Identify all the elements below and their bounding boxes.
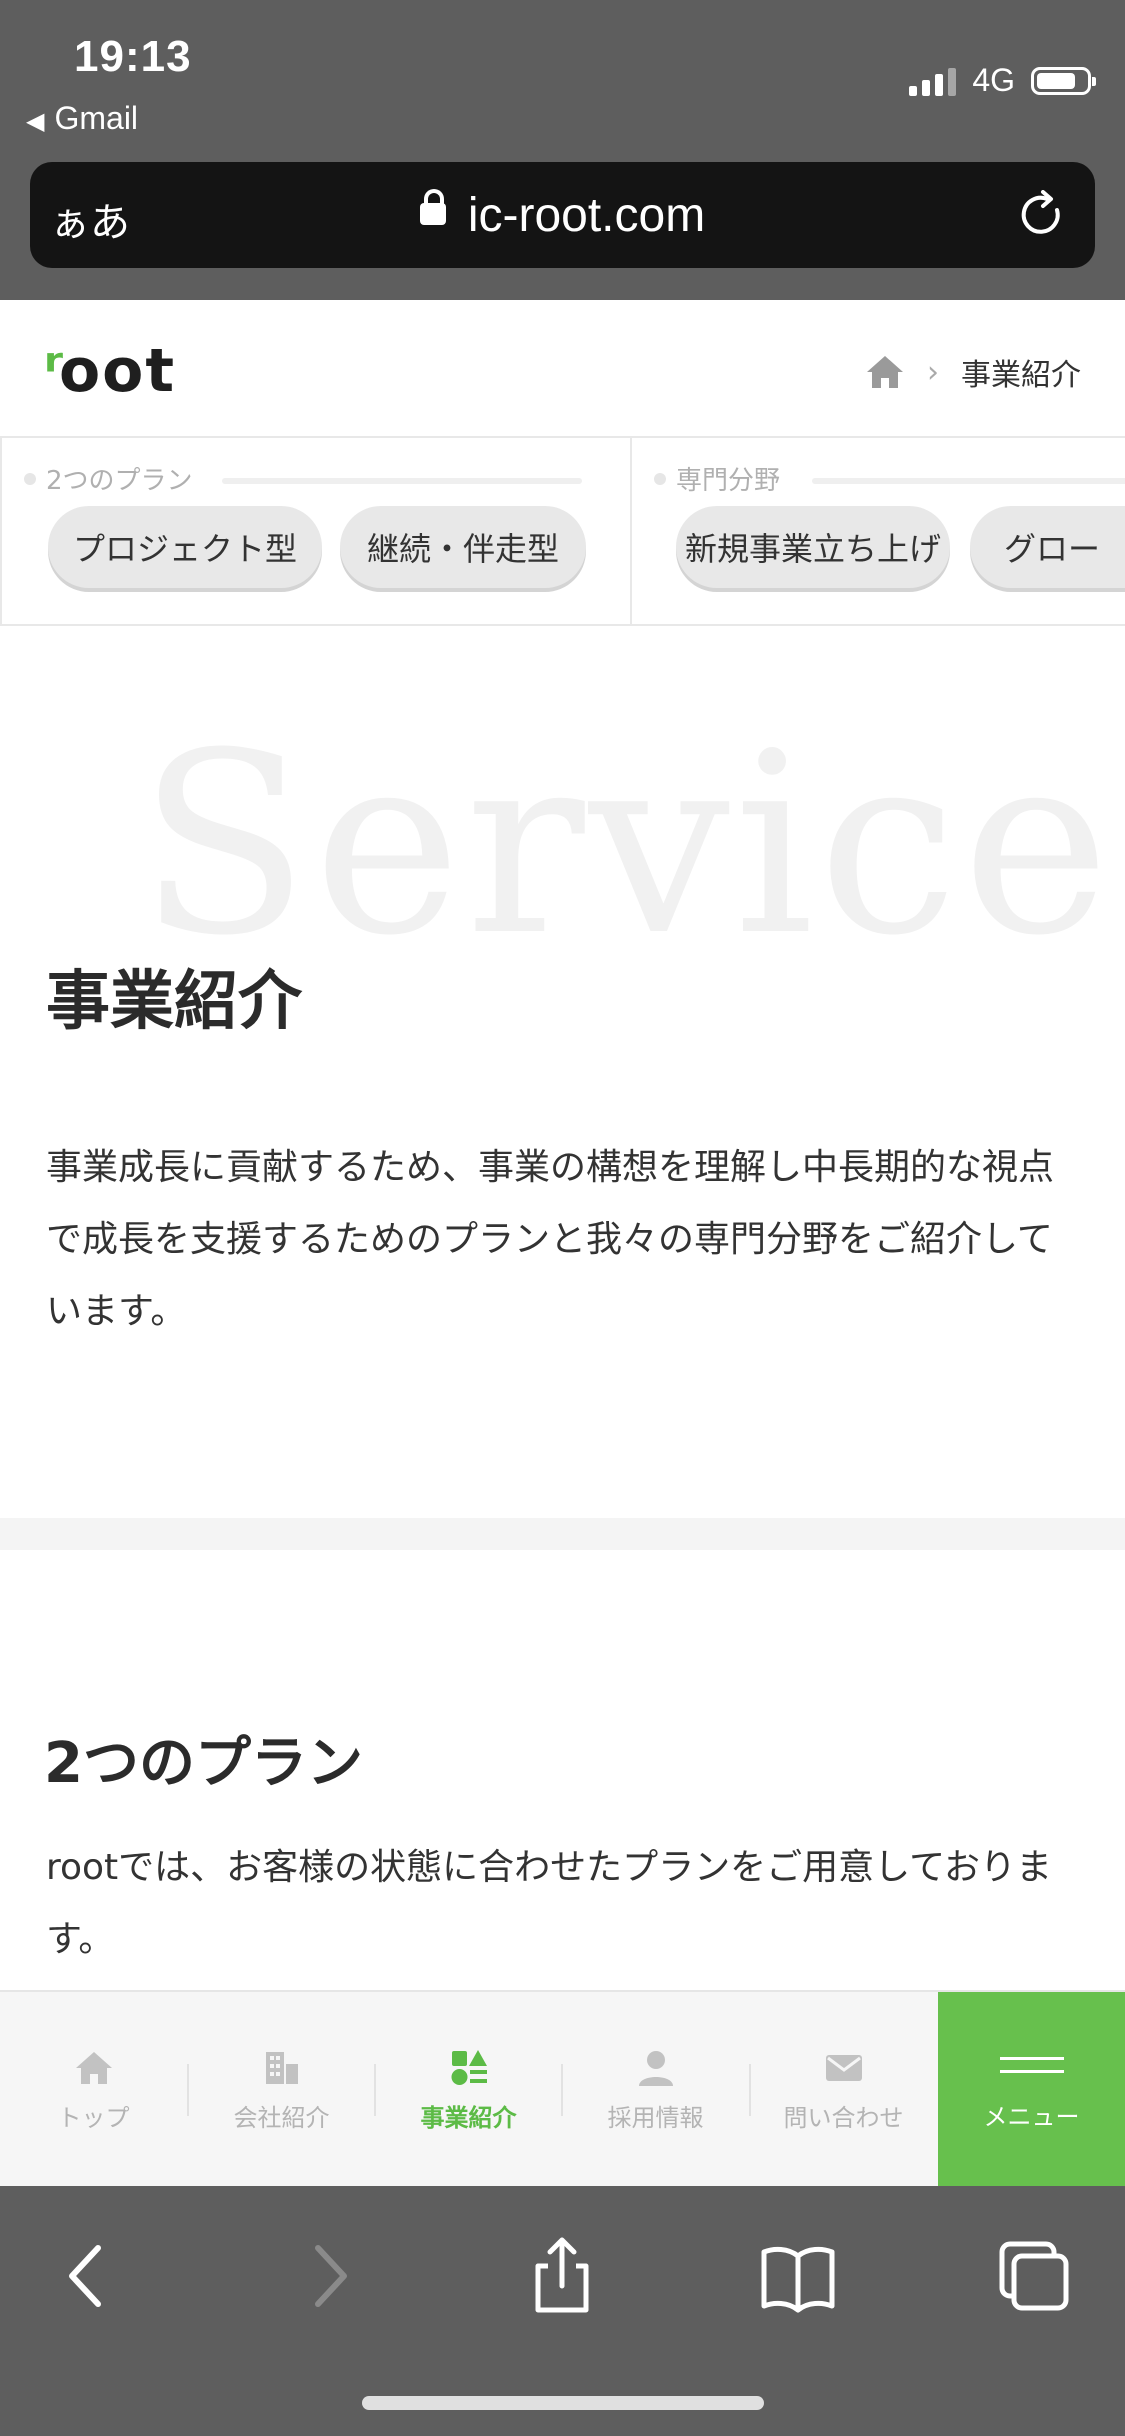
breadcrumb-current: 事業紹介	[961, 358, 1081, 393]
back-to-app-link[interactable]: ◀ Gmail	[26, 100, 138, 137]
divider	[222, 478, 582, 484]
back-icon[interactable]	[48, 2236, 128, 2316]
bookmarks-icon[interactable]	[758, 2236, 838, 2316]
browser-top-chrome: 19:13 ◀ Gmail 4G ぁあ ic-root.com	[0, 0, 1125, 300]
back-triangle-icon: ◀	[26, 108, 45, 135]
nav-contact[interactable]: 問い合わせ	[750, 1992, 937, 2186]
plan-group-label: 2つのプラン	[46, 460, 193, 497]
nav-label: 採用情報	[607, 2103, 704, 2132]
divider	[812, 478, 1125, 484]
mail-icon	[825, 2054, 862, 2081]
reload-icon[interactable]	[1017, 190, 1067, 240]
back-app-label: Gmail	[54, 100, 139, 136]
page-title: 事業紹介	[46, 965, 302, 1039]
nav-pill-project[interactable]: プロジェクト型	[48, 506, 322, 588]
plans-section-title: 2つのプラン	[44, 1731, 363, 1796]
lock-icon	[419, 189, 446, 226]
signal-icon	[909, 66, 957, 96]
person-icon	[638, 2050, 673, 2086]
section-divider	[0, 1518, 1125, 1550]
sub-navigation: 2つのプラン プロジェクト型 継続・伴走型 専門分野 新規事業立ち上げ グロー	[0, 438, 1125, 626]
status-time: 19:13	[74, 32, 192, 81]
page-description: 事業成長に貢献するため、事業の構想を理解し中長期的な視点で成長を支援するためのプ…	[46, 1147, 1055, 1332]
url-text: ic-root.com	[467, 189, 706, 242]
bottom-navigation: トップ 会社紹介 事業紹介 採用情報 問い合わせ メニュー	[0, 1990, 1125, 2186]
site-logo[interactable]: ʳrootoot	[44, 336, 176, 406]
nav-top[interactable]: トップ	[0, 1992, 187, 2186]
address-bar[interactable]: ぁあ ic-root.com	[30, 162, 1095, 268]
site-header: ʳrootoot › 事業紹介	[0, 300, 1125, 438]
nav-pill-continuous[interactable]: 継続・伴走型	[340, 506, 586, 588]
url-display[interactable]: ic-root.com	[30, 188, 1095, 243]
shapes-icon	[451, 2049, 487, 2085]
home-icon	[75, 2051, 112, 2084]
hamburger-icon	[999, 2047, 1064, 2083]
forward-icon[interactable]	[288, 2236, 368, 2316]
field-nav-group: 専門分野 新規事業立ち上げ グロー	[630, 438, 1125, 624]
nav-pill-new-business[interactable]: 新規事業立ち上げ	[676, 506, 950, 588]
nav-services[interactable]: 事業紹介	[375, 1992, 562, 2186]
building-icon	[265, 2051, 298, 2084]
breadcrumb: › 事業紹介	[865, 350, 1081, 394]
field-group-label: 専門分野	[676, 460, 780, 497]
menu-label: メニュー	[983, 2102, 1080, 2131]
nav-label: 問い合わせ	[783, 2103, 904, 2132]
nav-pill-growth[interactable]: グロー	[970, 506, 1125, 588]
share-icon[interactable]	[522, 2236, 602, 2316]
menu-button[interactable]: メニュー	[938, 1992, 1125, 2186]
plans-section-description: rootでは、お客様の状態に合わせたプランをご用意しております。	[46, 1847, 1053, 1960]
network-type: 4G	[972, 62, 1015, 98]
nav-label: トップ	[57, 2103, 130, 2132]
plan-nav-group: 2つのプラン プロジェクト型 継続・伴走型	[0, 438, 630, 624]
chevron-right-icon: ›	[927, 354, 939, 390]
nav-label: 事業紹介	[420, 2103, 517, 2132]
home-indicator[interactable]	[362, 2396, 764, 2410]
nav-recruit[interactable]: 採用情報	[562, 1992, 749, 2186]
tabs-icon[interactable]	[994, 2236, 1074, 2316]
nav-label: 会社紹介	[233, 2103, 330, 2132]
battery-icon	[1031, 66, 1096, 95]
status-indicators: 4G	[909, 62, 1096, 99]
hero-background-word: Service	[138, 699, 1114, 990]
home-icon[interactable]	[865, 354, 905, 390]
nav-company[interactable]: 会社紹介	[188, 1992, 375, 2186]
